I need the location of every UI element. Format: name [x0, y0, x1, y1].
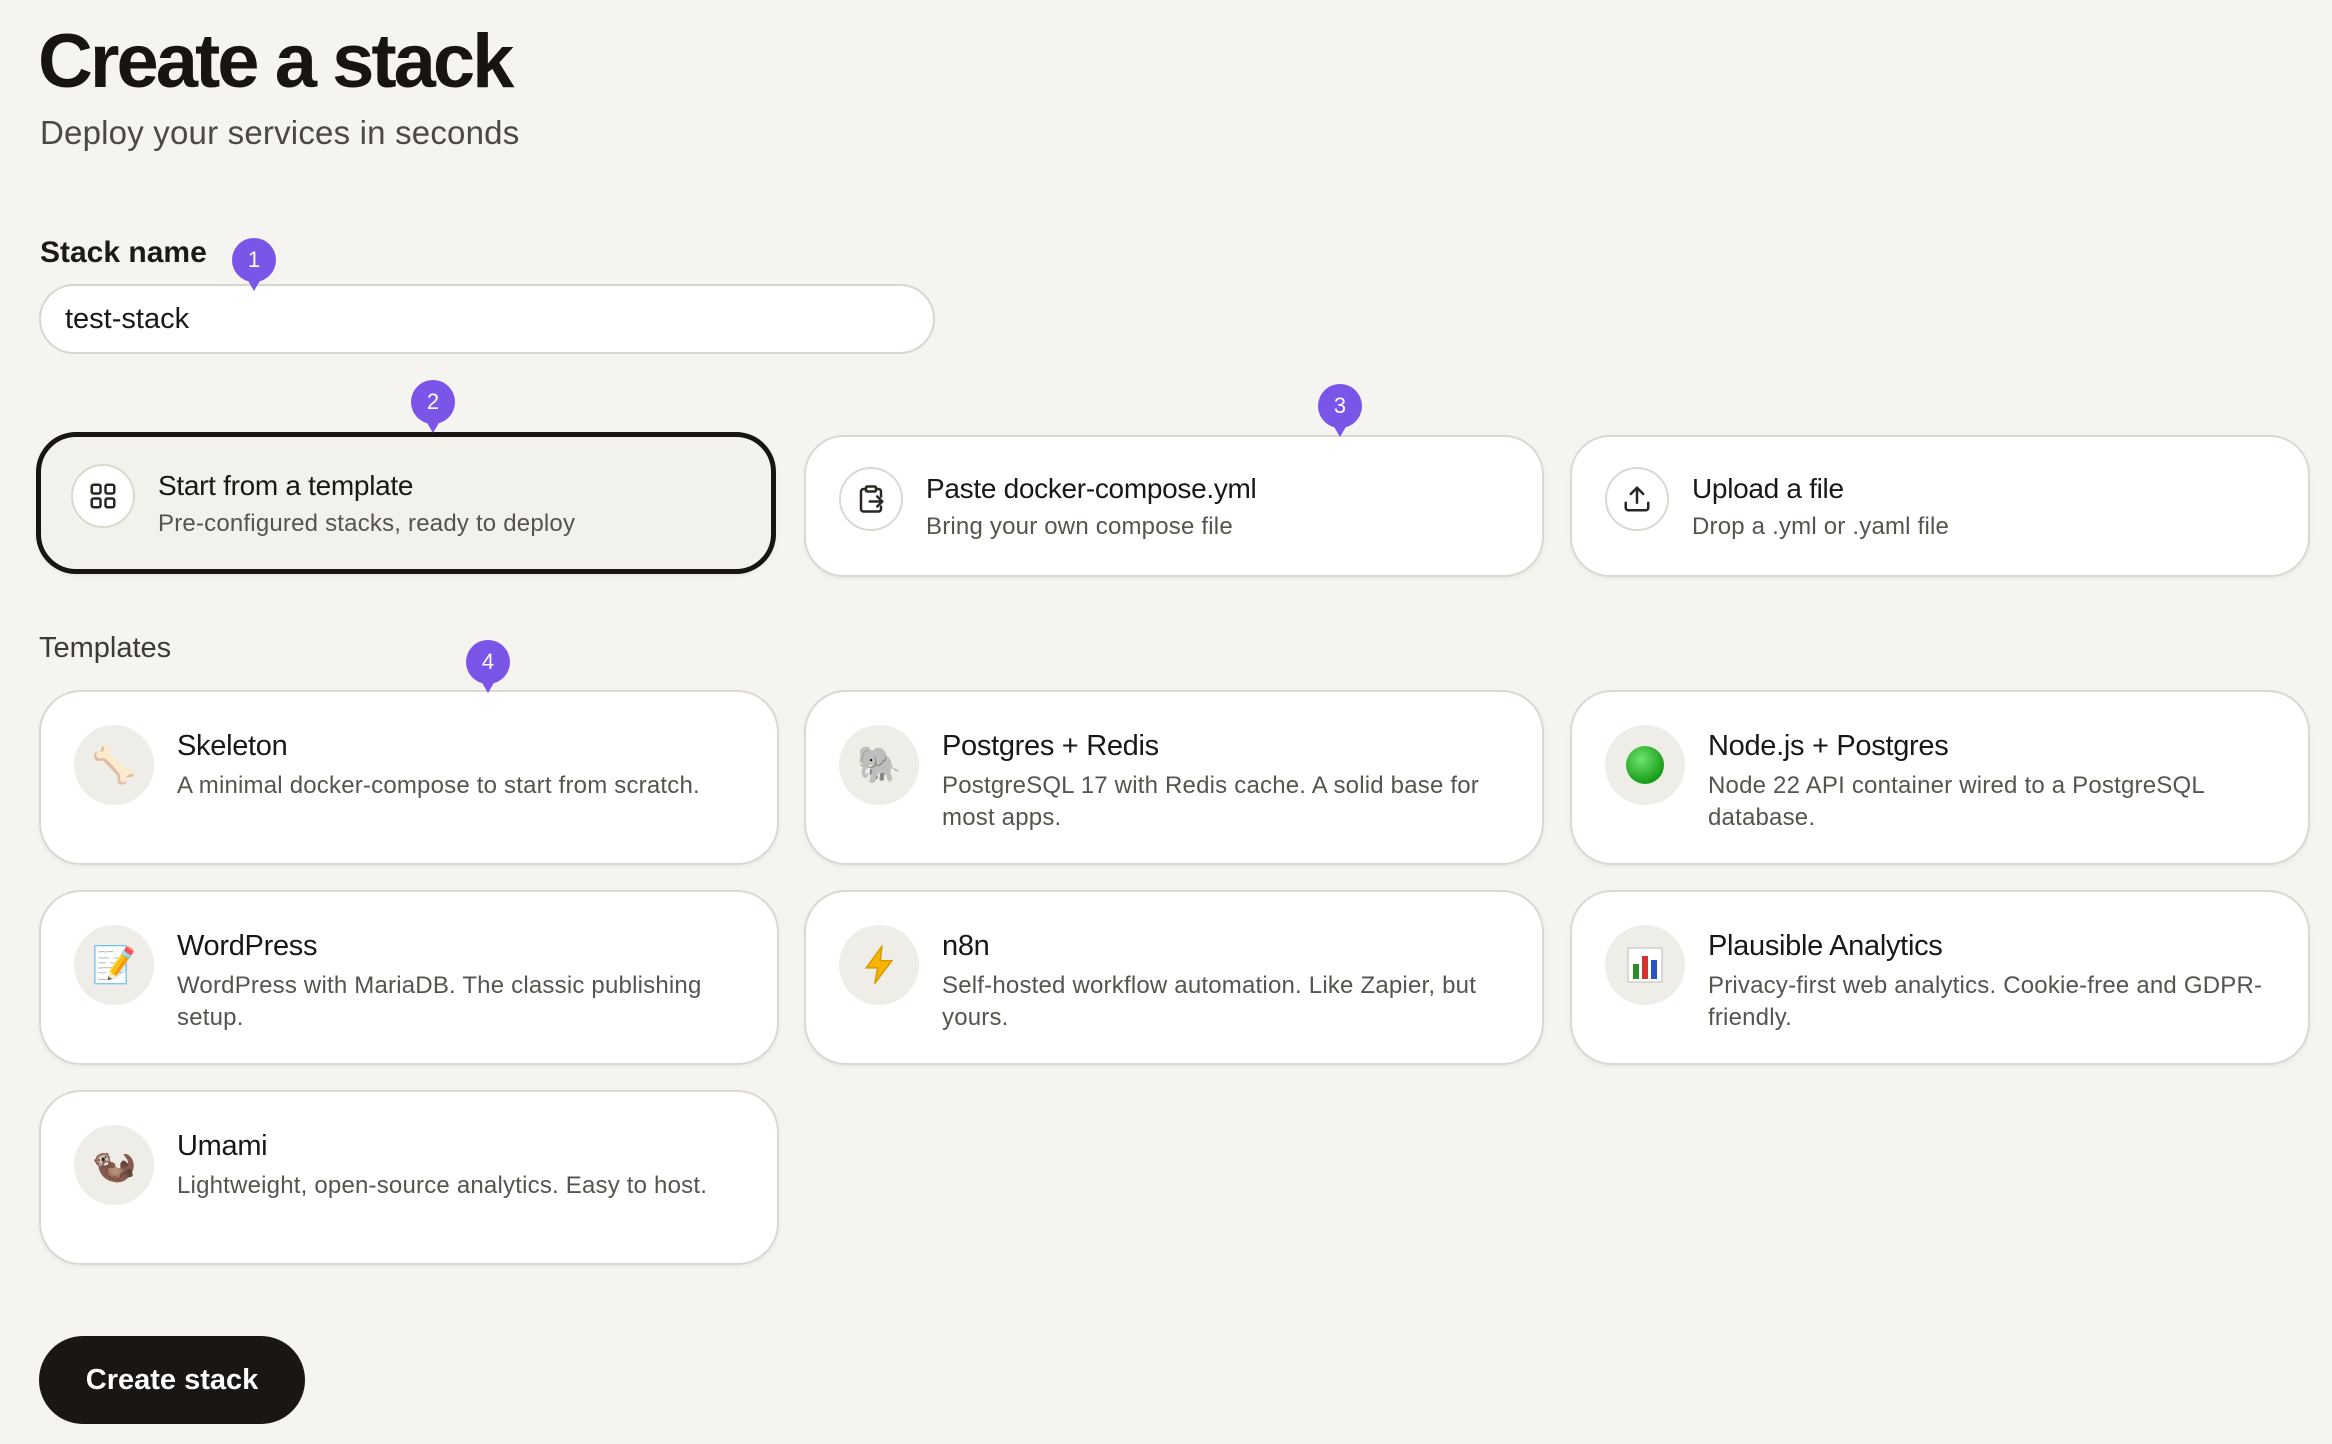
option-description: Drop a .yml or .yaml file — [1692, 513, 1950, 540]
template-description: PostgreSQL 17 with Redis cache. A solid … — [942, 772, 1480, 831]
template-description: Self-hosted workflow automation. Like Za… — [942, 972, 1477, 1031]
template-description: WordPress with MariaDB. The classic publ… — [177, 972, 702, 1031]
clipboard-paste-icon — [839, 467, 903, 531]
template-card-umami[interactable]: 🦦 Umami Lightweight, open-source analyti… — [39, 1090, 779, 1265]
template-description: A minimal docker-compose to start from s… — [177, 772, 700, 799]
option-description: Bring your own compose file — [926, 513, 1233, 540]
template-description: Lightweight, open-source analytics. Easy… — [177, 1172, 708, 1199]
option-title: Paste docker-compose.yml — [926, 473, 1257, 504]
template-card-wordpress[interactable]: 📝 WordPress WordPress with MariaDB. The … — [39, 890, 779, 1065]
create-stack-page: Create a stack Deploy your services in s… — [0, 0, 2332, 1444]
option-start-from-template[interactable]: Start from a template Pre-configured sta… — [36, 432, 776, 574]
option-paste-compose[interactable]: Paste docker-compose.yml Bring your own … — [804, 435, 1544, 577]
template-card-nodejs-postgres[interactable]: Node.js + Postgres Node 22 API container… — [1570, 690, 2310, 865]
bone-icon: 🦴 — [74, 725, 154, 805]
marker-2: 2 — [411, 380, 455, 433]
bar-chart-icon — [1605, 925, 1685, 1005]
template-name: Umami — [177, 1130, 268, 1162]
option-title: Upload a file — [1692, 473, 1844, 504]
template-card-postgres-redis[interactable]: 🐘 Postgres + Redis PostgreSQL 17 with Re… — [804, 690, 1544, 865]
option-upload-file[interactable]: Upload a file Drop a .yml or .yaml file — [1570, 435, 2310, 577]
marker-3: 3 — [1318, 384, 1362, 437]
template-name: Node.js + Postgres — [1708, 730, 1949, 762]
otter-icon: 🦦 — [74, 1125, 154, 1205]
template-name: Postgres + Redis — [942, 730, 1159, 762]
template-card-plausible[interactable]: Plausible Analytics Privacy-first web an… — [1570, 890, 2310, 1065]
template-card-n8n[interactable]: n8n Self-hosted workflow automation. Lik… — [804, 890, 1544, 1065]
page-title: Create a stack — [38, 19, 514, 104]
template-description: Node 22 API container wired to a Postgre… — [1708, 772, 2204, 831]
option-title: Start from a template — [158, 470, 414, 501]
template-name: WordPress — [177, 930, 318, 962]
template-name: Plausible Analytics — [1708, 930, 1943, 962]
memo-icon: 📝 — [74, 925, 154, 1005]
marker-4: 4 — [466, 640, 510, 693]
stack-name-input[interactable] — [39, 284, 935, 354]
lightning-icon — [839, 925, 919, 1005]
template-card-skeleton[interactable]: 🦴 Skeleton A minimal docker-compose to s… — [39, 690, 779, 865]
option-description: Pre-configured stacks, ready to deploy — [158, 510, 576, 537]
templates-section-label: Templates — [39, 632, 172, 664]
green-circle-icon — [1605, 725, 1685, 805]
template-name: n8n — [942, 930, 990, 962]
template-description: Privacy-first web analytics. Cookie-free… — [1708, 972, 2263, 1031]
marker-1: 1 — [232, 238, 276, 291]
create-stack-button[interactable]: Create stack — [39, 1336, 305, 1424]
stack-name-label: Stack name — [40, 236, 207, 269]
page-subtitle: Deploy your services in seconds — [40, 114, 520, 151]
elephant-icon: 🐘 — [839, 725, 919, 805]
upload-icon — [1605, 467, 1669, 531]
template-name: Skeleton — [177, 730, 288, 762]
grid-icon — [71, 464, 135, 528]
